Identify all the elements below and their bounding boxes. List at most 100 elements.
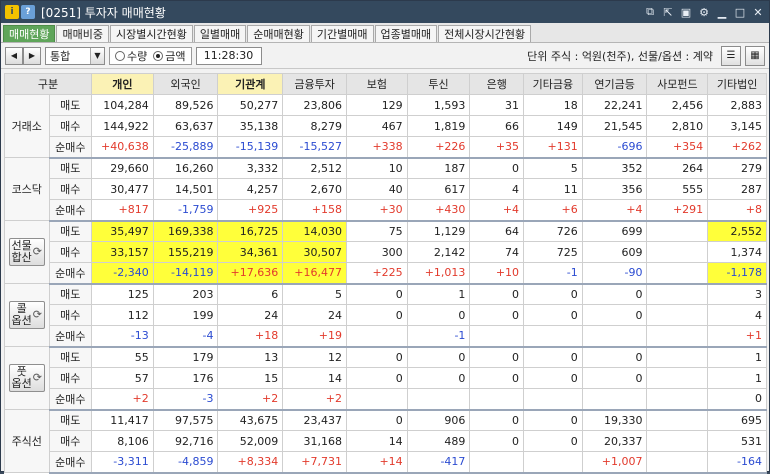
data-cell: 2,456	[646, 94, 709, 116]
radio-amount-dot[interactable]	[153, 50, 164, 61]
data-cell: 97,575	[152, 409, 219, 431]
data-cell: 0	[345, 367, 408, 389]
row-label: 매수	[48, 367, 93, 389]
data-cell	[406, 388, 471, 411]
data-cell: 176	[152, 367, 219, 389]
row-label: 순매수	[48, 262, 93, 285]
data-cell: 1	[406, 283, 471, 305]
data-cell: +4	[469, 199, 525, 222]
column-header[interactable]: 금융투자	[282, 73, 347, 95]
data-cell: 24	[282, 304, 347, 326]
data-cell: -1	[406, 325, 471, 348]
data-cell: 0	[523, 283, 583, 305]
column-header[interactable]: 사모펀드	[646, 73, 709, 95]
column-header[interactable]: 보험	[345, 73, 408, 95]
column-header[interactable]: 투신	[406, 73, 471, 95]
close-icon[interactable]: ✕	[751, 5, 765, 19]
tab-4[interactable]: 순매매현황	[247, 25, 310, 42]
tab-6[interactable]: 업종별매매	[374, 25, 438, 42]
data-cell: 33,157	[91, 241, 154, 263]
column-header[interactable]: 은행	[469, 73, 525, 95]
radio-quantity[interactable]: 수량	[115, 48, 147, 64]
minimize-icon[interactable]: ▁	[715, 5, 729, 19]
column-header[interactable]: 기관계	[217, 73, 284, 95]
column-header[interactable]: 외국인	[152, 73, 219, 95]
data-cell: 699	[581, 220, 648, 242]
market-cell[interactable]: 풋 옵션 ⟳	[4, 346, 50, 410]
market-toggle-button[interactable]: 선물 합산 ⟳	[8, 238, 45, 266]
data-cell: 43,675	[217, 409, 284, 431]
link-icon[interactable]: ⧉	[643, 5, 657, 19]
table-row: 순매수 -13 -4 +18 +19 -1 +1	[5, 325, 767, 348]
tab-0[interactable]: 매매현황	[3, 25, 56, 42]
radio-quantity-dot[interactable]	[115, 50, 125, 61]
table-row: 매수 57 176 15 14 0 0 0 0 0 1	[5, 367, 767, 389]
data-cell: +7,731	[282, 451, 347, 474]
column-header[interactable]: 구분	[3, 73, 93, 95]
data-cell: 149	[523, 115, 583, 137]
help-icon[interactable]: ?	[21, 5, 35, 19]
time-input[interactable]: 11:28:30	[195, 46, 262, 65]
column-header[interactable]: 연기금등	[581, 73, 648, 95]
data-cell: 8,279	[282, 115, 347, 137]
gear-icon[interactable]: ⚙	[697, 5, 711, 19]
data-cell: 0	[523, 367, 583, 389]
data-cell: +10	[469, 262, 525, 285]
next-arrow-icon[interactable]: ▶	[23, 46, 41, 65]
data-cell: 1	[707, 367, 767, 389]
market-cell: 코스닥	[4, 157, 50, 221]
radio-amount[interactable]: 금액	[153, 48, 186, 64]
export-icon[interactable]: ⇱	[661, 5, 675, 19]
data-cell: 74	[469, 241, 525, 263]
table-row: 매수 30,477 14,501 4,257 2,670 40 617 4 11 356 555 28…	[5, 178, 767, 200]
excel-icon[interactable]: ▦	[745, 45, 765, 66]
tab-1[interactable]: 매매비중	[56, 25, 109, 42]
tab-bar: 매매현황 매매비중 시장별시간현황 일별매매 순매매현황 기간별매매 업종별매매 전체시장시간…	[1, 23, 769, 43]
camera-icon[interactable]: ▣	[679, 5, 693, 19]
data-cell	[646, 409, 709, 431]
data-cell: 35,497	[91, 220, 154, 242]
tab-3[interactable]: 일별매매	[193, 25, 247, 42]
tab-5[interactable]: 기간별매매	[310, 25, 374, 42]
data-cell	[581, 388, 648, 411]
data-cell: 144,922	[91, 115, 154, 137]
market-select[interactable]: 통합 ▼	[45, 46, 105, 65]
data-cell: 287	[707, 178, 767, 200]
row-label: 매도	[48, 157, 93, 179]
column-header[interactable]: 개인	[91, 73, 154, 95]
prev-arrow-icon[interactable]: ◀	[5, 46, 23, 65]
data-cell	[646, 241, 709, 263]
tab-2[interactable]: 시장별시간현황	[109, 25, 193, 42]
data-cell: +430	[406, 199, 471, 222]
info-icon[interactable]: i	[5, 5, 19, 19]
data-cell: 0	[345, 346, 408, 368]
market-toggle-button[interactable]: 콜 옵션 ⟳	[8, 301, 45, 329]
data-cell: 0	[345, 283, 408, 305]
column-header[interactable]: 기타법인	[707, 73, 767, 95]
data-cell: 0	[406, 304, 471, 326]
market-toggle-button[interactable]: 풋 옵션 ⟳	[8, 364, 45, 392]
data-cell: 40	[345, 178, 408, 200]
data-cell: 725	[523, 241, 583, 263]
maximize-icon[interactable]: □	[733, 5, 747, 19]
data-cell: 29,660	[91, 157, 154, 179]
column-header[interactable]: 기타금융	[523, 73, 583, 95]
table-row: 코스닥 매도 29,660 16,260 3,332 2,512 10 187 0 5 352 264…	[4, 157, 767, 221]
data-cell: 4	[707, 304, 767, 326]
data-cell: 0	[581, 283, 648, 305]
chevron-down-icon[interactable]: ▼	[90, 47, 104, 64]
list-icon[interactable]: ☰	[721, 45, 741, 66]
tab-7[interactable]: 전체시장시간현황	[438, 25, 532, 42]
data-cell	[646, 430, 709, 452]
data-cell: 264	[646, 157, 709, 179]
market-cell[interactable]: 콜 옵션 ⟳	[4, 283, 50, 347]
data-cell: -1	[523, 262, 583, 285]
data-cell: 10	[345, 157, 408, 179]
toolbar: ◀ ▶ 통합 ▼ 수량 금액 11:28:30 단위 주식 : 억원(천주), …	[1, 43, 769, 69]
data-cell: 18	[523, 94, 583, 116]
data-cell: 12	[282, 346, 347, 368]
market-cell[interactable]: 선물 합산 ⟳	[4, 220, 50, 284]
data-cell	[469, 388, 525, 411]
data-cell: 0	[469, 367, 525, 389]
data-cell: -3	[152, 388, 219, 411]
